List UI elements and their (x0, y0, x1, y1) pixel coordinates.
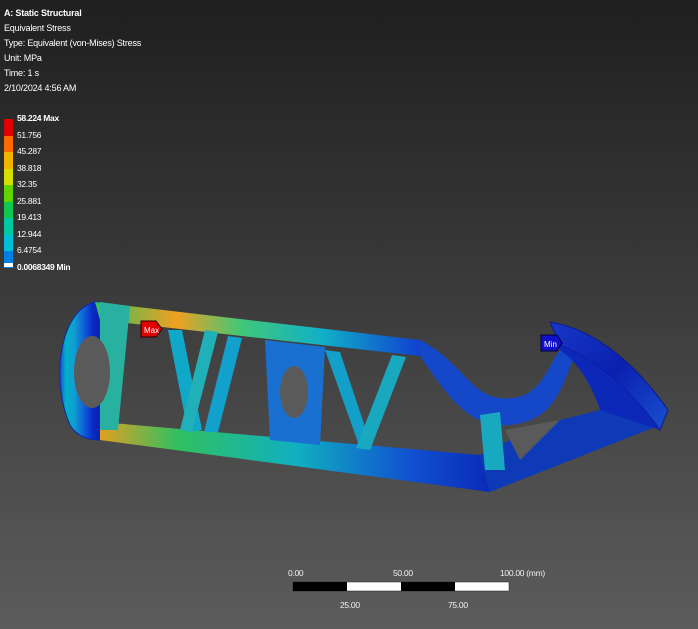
scale-tick-25: 25.00 (340, 600, 360, 610)
min-probe-label: Min (544, 340, 557, 349)
scale-tick-75: 75.00 (448, 600, 468, 610)
max-probe-label: Max (144, 326, 159, 335)
left-bore-hole (74, 336, 110, 408)
scale-tick-0: 0.00 (288, 568, 304, 578)
scale-tick-50: 50.00 (393, 568, 413, 578)
scale-tick-100: 100.00 (mm) (500, 568, 545, 578)
min-probe[interactable]: Min (540, 334, 563, 352)
center-bore-hole (280, 366, 308, 418)
scale-bar (292, 581, 510, 592)
model-viewport[interactable]: Max Min (0, 0, 698, 629)
